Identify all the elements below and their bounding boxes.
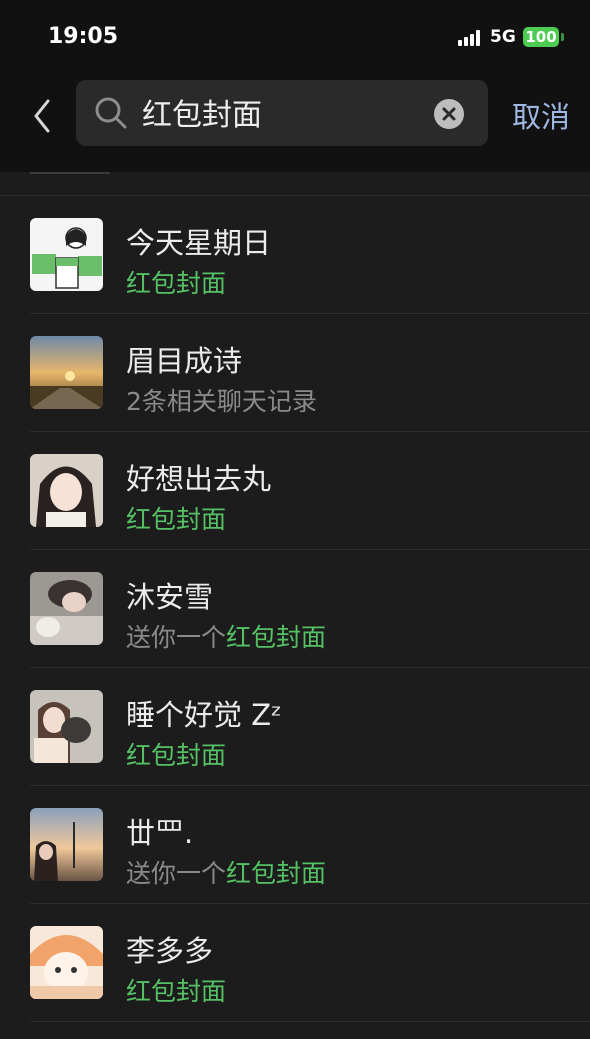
girl-photo-avatar (30, 454, 103, 527)
search-results-list: 今天星期日 红包封面 眉目成诗 2条相关聊天记录 好想出去丸 红包封面 沐安雪 … (0, 172, 590, 1039)
list-item[interactable]: 今天星期日 红包封面 (0, 196, 590, 314)
network-type: 5G (490, 27, 516, 47)
list-item[interactable]: 李多多 红包封面 (0, 904, 590, 1022)
match-prefix: 送你一个 (126, 859, 227, 888)
match-text: 红包封面 (126, 500, 226, 536)
girl-with-cat-avatar (30, 690, 103, 763)
list-item[interactable]: 沐安雪 送你一个红包封面 (0, 550, 590, 668)
status-bar: 19:05 5G 100 (0, 0, 590, 74)
match-text: 红包封面 (126, 972, 226, 1008)
divider (30, 1021, 590, 1022)
battery-icon: 100 (523, 27, 564, 47)
match-highlight: 红包封面 (226, 859, 327, 888)
match-highlight: 红包封面 (226, 623, 327, 652)
contact-name: 好想出去丸 (126, 462, 272, 496)
match-text: 2条相关聊天记录 (126, 382, 317, 418)
sunset-girl-avatar (30, 808, 103, 881)
contact-name: 睡个好觉 Zᶻ (126, 698, 282, 732)
match-text: 送你一个红包封面 (126, 854, 326, 890)
match-highlight: 红包封面 (126, 977, 227, 1006)
list-item[interactable]: 睡个好觉 Zᶻ 红包封面 (0, 668, 590, 786)
back-icon[interactable] (28, 96, 58, 136)
list-item[interactable]: 好想出去丸 红包封面 (0, 432, 590, 550)
match-highlight: 红包封面 (126, 741, 227, 770)
contact-name: 眉目成诗 (126, 344, 243, 378)
match-highlight: 红包封面 (126, 269, 227, 298)
search-icon (94, 96, 128, 130)
clear-icon[interactable] (434, 99, 464, 129)
match-text: 红包封面 (126, 264, 226, 300)
contact-name: 今天星期日 (126, 226, 272, 260)
list-item[interactable]: 眉目成诗 2条相关聊天记录 (0, 314, 590, 432)
contact-name: 沐安雪 (126, 580, 214, 614)
match-text: 红包封面 (126, 736, 226, 772)
sunset-landscape-avatar (30, 336, 103, 409)
status-time: 19:05 (48, 24, 119, 49)
battery-level: 100 (525, 28, 557, 46)
sleeping-girl-avatar (30, 572, 103, 645)
signal-icon (458, 30, 484, 46)
match-highlight: 红包封面 (126, 505, 227, 534)
search-box[interactable] (76, 80, 488, 146)
match-prefix: 2条相关聊天记录 (126, 387, 317, 416)
anime-girl-avatar (30, 926, 103, 999)
search-header: 取消 (0, 74, 590, 172)
contact-name: 丗罒. (126, 816, 194, 850)
cancel-button[interactable]: 取消 (512, 94, 570, 136)
contact-name: 李多多 (126, 934, 214, 968)
match-text: 送你一个红包封面 (126, 618, 326, 654)
cartoon-girl-mahjong-avatar (30, 218, 103, 291)
match-prefix: 送你一个 (126, 623, 227, 652)
search-input[interactable] (142, 94, 422, 129)
list-item[interactable]: 丗罒. 送你一个红包封面 (0, 786, 590, 904)
clipped-row-fragment (30, 172, 110, 174)
